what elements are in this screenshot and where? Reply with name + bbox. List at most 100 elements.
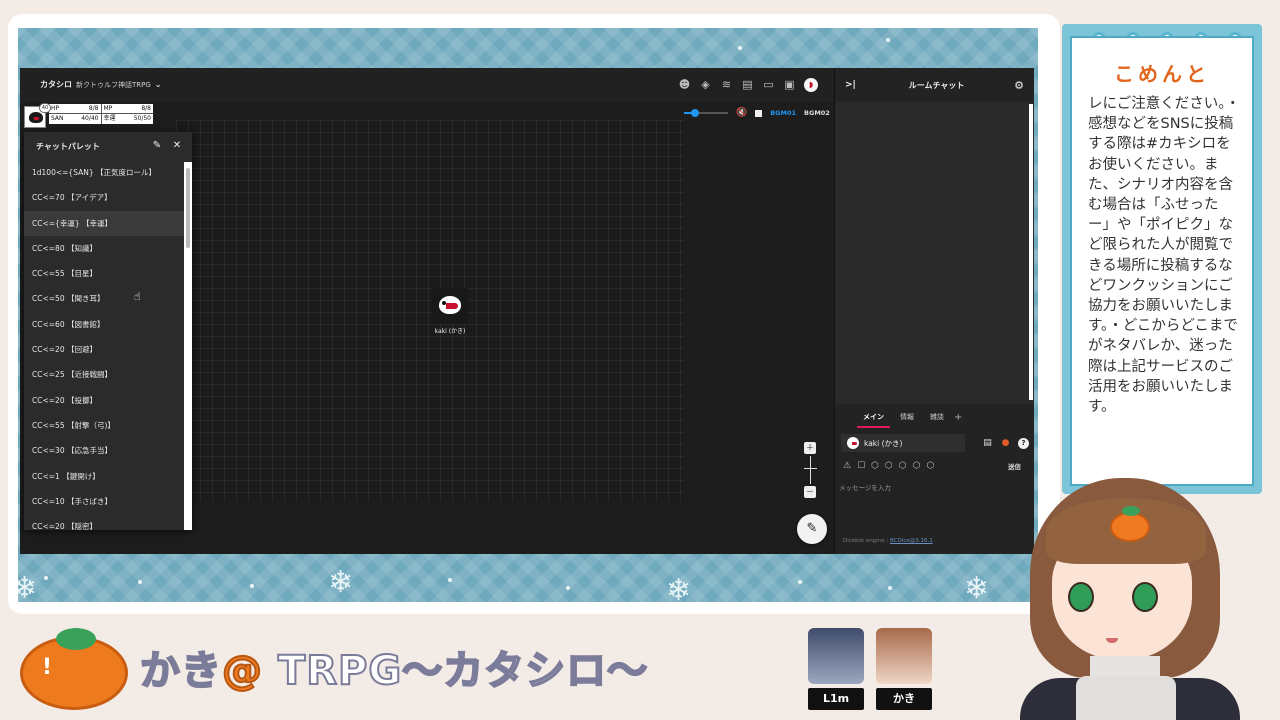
san-label: SAN <box>51 115 64 122</box>
snow-dot <box>44 576 48 580</box>
palette-item[interactable]: CC<=55 【目星】 <box>24 261 184 286</box>
layers-icon[interactable]: ◈ <box>699 78 712 91</box>
edit-icon[interactable]: ✎ <box>150 139 164 153</box>
d6-icon[interactable]: ⬡ <box>885 461 893 471</box>
player-tag: L1m <box>808 688 864 710</box>
collapse-panel-icon[interactable]: >| <box>845 80 859 90</box>
tab-main[interactable]: メイン <box>857 406 890 428</box>
zoom-out-icon[interactable]: － <box>804 486 816 498</box>
chat-palette-list: 1d100<={SAN} 【正気度ロール】 CC<=70 【アイデア】 CC<=… <box>24 160 192 530</box>
chat-log[interactable] <box>835 102 1034 404</box>
edit-fab-button[interactable]: ✎ <box>797 514 827 544</box>
palette-item[interactable]: CC<=50 【聞き耳】 <box>24 286 184 311</box>
chevron-down-icon: ⌄ <box>154 80 162 89</box>
palette-item[interactable]: CC<=20 【隠密】 <box>24 514 184 530</box>
zoom-slider[interactable] <box>803 456 817 484</box>
stop-icon[interactable] <box>755 109 763 117</box>
mp-label: MP <box>103 105 113 112</box>
chat-palette-panel: チャットパレット ✎ ✕ 1d100<={SAN} 【正気度ロール】 CC<=7… <box>24 132 192 530</box>
vtuber-avatar <box>1010 470 1270 720</box>
mouse-cursor-icon: ☝ <box>134 290 141 303</box>
gear-icon[interactable]: ⚙ <box>1014 79 1024 92</box>
palette-item[interactable]: CC<=10 【手さばき】 <box>24 489 184 514</box>
hp-value: 8/8 <box>88 105 99 112</box>
sender-select[interactable]: kaki (かき) <box>841 434 965 452</box>
character-token[interactable]: kaki (かき) <box>429 288 471 335</box>
d10-icon[interactable]: ⬡ <box>913 461 921 471</box>
message-input[interactable]: メッセージを入力 <box>835 478 1034 528</box>
mute-icon[interactable]: 🔇 <box>736 108 747 118</box>
d4-icon[interactable]: ⬡ <box>871 461 879 471</box>
image-icon[interactable]: ▣ <box>783 78 796 91</box>
snow-dot <box>886 38 890 42</box>
san-value: 40/40 <box>81 115 99 122</box>
initiative-badge: 40 <box>39 103 51 113</box>
palette-item[interactable]: CC<={幸運} 【幸運】 <box>24 210 184 236</box>
luck-value: 50/50 <box>133 115 151 122</box>
palette-item[interactable]: CC<=55 【射撃（弓)】 <box>24 413 184 438</box>
palette-item[interactable]: CC<=1 【鍵開け】 <box>24 464 184 489</box>
snowflake-icon: ❄ <box>964 571 990 603</box>
bird-eye-shape <box>442 301 446 305</box>
user-avatar-icon[interactable]: ◗ <box>804 78 818 92</box>
screen-icon[interactable]: ▭ <box>762 78 775 91</box>
d20-icon[interactable]: ⬡ <box>927 461 935 471</box>
room-chat-title: ルームチャット <box>908 80 965 90</box>
palette-scrollbar[interactable] <box>184 162 192 530</box>
add-tab-icon[interactable]: + <box>954 412 962 423</box>
palette-item[interactable]: CC<=70 【アイデア】 <box>24 185 184 210</box>
help-icon[interactable]: ? <box>1018 437 1029 449</box>
room-menu[interactable]: カタシロ 新クトゥルフ神話TRPG ⌄ <box>40 79 162 90</box>
palette-item[interactable]: CC<=80 【知識】 <box>24 236 184 261</box>
volume-slider[interactable] <box>684 109 728 117</box>
avatar-icon[interactable]: ☻ <box>678 78 691 91</box>
player-tag: かき <box>876 688 932 710</box>
comment-header: こめんと <box>1072 38 1252 88</box>
palette-item[interactable]: 1d100<={SAN} 【正気度ロール】 <box>24 160 184 185</box>
avatar-right-eye <box>1132 582 1158 612</box>
snowflake-icon: ❄ <box>18 571 38 603</box>
comment-title: こめんと <box>1114 62 1210 86</box>
bgm-track-1[interactable]: BGM01 <box>770 109 796 117</box>
status-row: SAN 40/40 幸運 50/50 <box>49 114 153 124</box>
bird-beak-shape <box>446 303 458 309</box>
d8-icon[interactable]: ⬡ <box>899 461 907 471</box>
palette-item[interactable]: CC<=20 【回避】 <box>24 337 184 362</box>
tab-info[interactable]: 情報 <box>894 406 920 428</box>
warning-icon[interactable]: ⚠ <box>843 461 851 471</box>
bgm-track-2[interactable]: BGM02 <box>804 109 830 117</box>
player-portrait <box>808 628 864 684</box>
comment-text: レにご注意ください。・感想などをSNSに投稿する際は#カキシロをお使いください。… <box>1088 96 1240 416</box>
stack-icon[interactable]: ≋ <box>720 78 733 91</box>
square-icon[interactable]: ☐ <box>857 461 865 471</box>
scrollbar-thumb[interactable] <box>186 168 190 248</box>
hp-cell: HP 8/8 <box>49 104 102 113</box>
sender-actions: ▤ ● ? <box>982 437 1029 449</box>
palette-item[interactable]: CC<=20 【投擲】 <box>24 388 184 413</box>
bird-beak-shape <box>34 117 39 120</box>
list-icon[interactable]: ▤ <box>982 438 993 449</box>
volume-slider-knob[interactable] <box>691 109 700 117</box>
character-portrait[interactable]: 40 <box>24 103 51 128</box>
close-icon[interactable]: ✕ <box>170 139 184 153</box>
hp-label: HP <box>51 105 60 112</box>
persimmon-leaf <box>56 628 96 650</box>
snow-dot <box>798 580 802 584</box>
room-subtitle: 新クトゥルフ神話TRPG <box>76 80 151 89</box>
chat-log-scrollbar[interactable] <box>1029 104 1033 400</box>
token-name: kaki (かき) <box>434 328 466 335</box>
zoom-in-icon[interactable]: ＋ <box>804 442 816 454</box>
dicebot-label: Dicebot engine : <box>843 538 891 544</box>
token-image <box>432 288 468 324</box>
tab-chat[interactable]: 雑談 <box>924 406 950 428</box>
palette-icon[interactable]: ● <box>1000 438 1011 449</box>
dicebot-link[interactable]: BCDice@3.16.1 <box>890 538 933 544</box>
character-status-card[interactable]: 40 HP 8/8 MP 8/8 SAN 40/40 幸運 50/50 <box>24 103 153 130</box>
note-icon[interactable]: ▤ <box>741 78 754 91</box>
stream-title: かき@ TRPG〜カタシロ〜 <box>139 638 648 696</box>
palette-item[interactable]: CC<=60 【図書館】 <box>24 312 184 337</box>
palette-item[interactable]: CC<=25 【近接戦闘】 <box>24 362 184 387</box>
snow-dot <box>250 584 254 588</box>
palette-item[interactable]: CC<=30 【応急手当】 <box>24 438 184 463</box>
room-title: カタシロ <box>40 80 72 89</box>
